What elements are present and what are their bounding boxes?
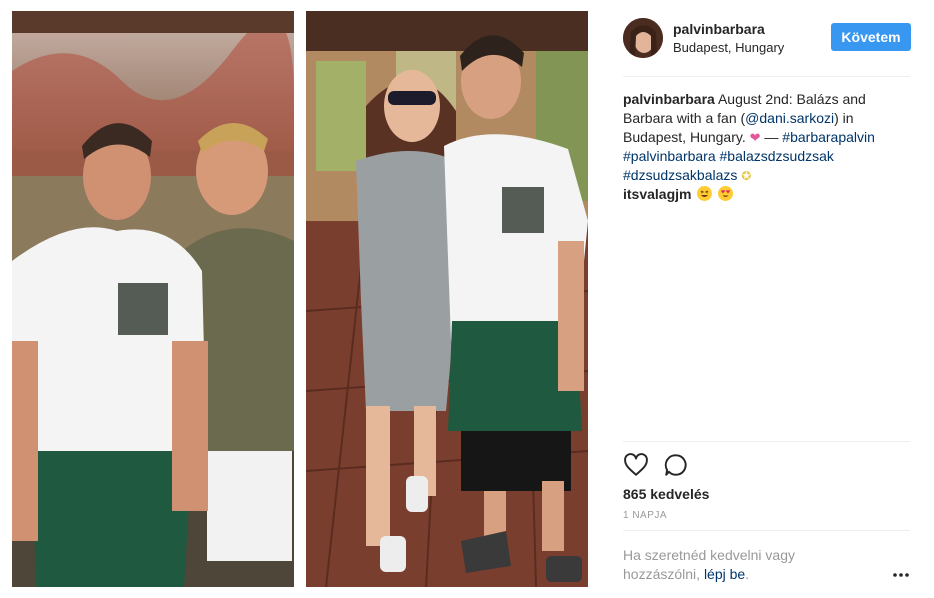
post-username[interactable]: palvinbarbara [673, 21, 765, 37]
grinning-emoji-icon [697, 186, 713, 201]
heart-eyes-emoji-icon [718, 186, 734, 201]
photo-left[interactable] [12, 11, 294, 587]
caption-username[interactable]: palvinbarbara [623, 91, 715, 107]
two-hearts-emoji-icon: ❤ [749, 130, 761, 145]
header-divider [623, 76, 910, 77]
follow-button[interactable]: Követem [831, 23, 911, 51]
more-options-icon[interactable] [892, 565, 910, 577]
comment-username[interactable]: itsvalagjm [623, 186, 691, 202]
footer-divider [623, 530, 910, 531]
post-timestamp: 1 NAPJA [623, 510, 668, 521]
caption-hashtag[interactable]: #barbarapalvin [782, 129, 875, 145]
photo-right[interactable] [306, 11, 588, 587]
login-prompt-end: . [745, 566, 750, 582]
photo-right-image [306, 11, 588, 587]
post-sidebar: palvinbarbara Budapest, Hungary Követem … [609, 0, 934, 598]
caption-hashtag[interactable]: #palvinbarbara [623, 148, 716, 164]
dizzy-emoji-icon: ✪ [741, 169, 752, 183]
avatar-image [623, 18, 663, 58]
post-location[interactable]: Budapest, Hungary [673, 40, 784, 55]
caption-hashtag[interactable]: #balazsdzsudzsak [720, 148, 834, 164]
login-prompt: Ha szeretnéd kedvelni vagy hozzászólni, … [623, 546, 863, 584]
photo-left-image [12, 11, 294, 587]
post-media [0, 0, 600, 598]
post-caption: palvinbarbara August 2nd: Balázs and Bar… [623, 90, 913, 186]
caption-hashtag[interactable]: #dzsudzsakbalazs [623, 167, 737, 183]
heart-icon[interactable] [623, 452, 649, 478]
caption-mention[interactable]: @dani.sarkozi [745, 110, 834, 126]
like-count[interactable]: 865 kedvelés [623, 486, 709, 502]
comment: itsvalagjm [623, 185, 913, 204]
post-header: palvinbarbara Budapest, Hungary Követem [623, 16, 911, 62]
actions-divider [623, 441, 910, 442]
login-link[interactable]: lépj be [704, 566, 745, 582]
avatar[interactable] [623, 18, 663, 58]
comment-icon[interactable] [663, 452, 689, 478]
caption-dash: — [760, 129, 783, 145]
